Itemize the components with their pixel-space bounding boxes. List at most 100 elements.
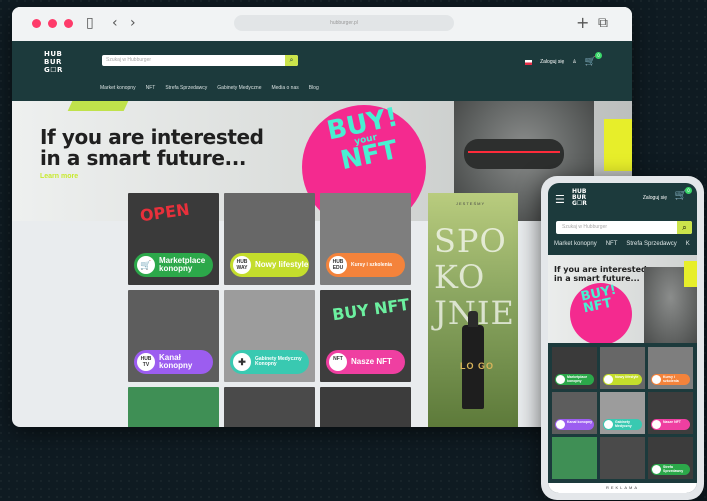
tile-label: Strefa Sprzedawcy [663,465,684,473]
tile-label-pill[interactable]: Strefa Sprzedawcy [651,464,690,475]
category-tile[interactable]: ✚ Gabinety Medyczny Konopny [224,290,315,382]
tile-label-pill[interactable]: ✚ Gabinety Medyczny Konopny [230,350,309,374]
new-tab-icon[interactable]: + [576,13,589,32]
tile-label: Kursy i szkolenia [663,375,679,383]
category-tiles-grid: OPEN 🛒 Marketplace konopny HUB WAY Nowy life… [128,193,411,427]
nav-item-market[interactable]: Market konopny [554,241,597,247]
tile-label-pill[interactable]: Kanał konopny [555,419,594,430]
header-actions: Zaloguj się ♙ 🛒 0 [525,52,602,67]
tabs-icon[interactable]: ⧉ [598,15,608,31]
search-icon[interactable]: ⌕ [677,221,692,234]
tile-label: Nowy lifestyle [255,260,309,269]
mobile-hero-banner: If you are interested in a smart future.… [548,255,697,343]
mobile-device: ☰ HUB BUR G☐R Zaloguj się 🛒 0 Szukaj w Hu… [541,176,704,500]
tile-label: Marketplace konopny [567,375,588,383]
nav-item-blog[interactable]: Blog [309,85,319,91]
plus-icon: ✚ [233,353,251,371]
tile-label-pill[interactable]: HUB EDU Kursy i szkolenia [326,253,405,277]
category-tile[interactable] [224,387,315,427]
category-tile[interactable]: Nasze NFT [648,392,693,434]
minimize-window-dot[interactable] [48,19,57,28]
category-tile[interactable]: Nowy lifestyle [600,347,645,389]
category-tile[interactable] [320,387,411,427]
tile-badge-icon [652,375,661,384]
category-tile[interactable]: Kursy i szkolenia [648,347,693,389]
tile-badge-icon: HUB WAY [233,256,251,274]
login-link[interactable]: Zaloguj się [643,195,667,201]
tile-label-pill[interactable]: Nasze NFT [651,419,690,430]
tile-label: Nowy lifestyle [615,375,639,379]
category-tile[interactable] [552,437,597,479]
category-tile[interactable]: Marketplace konopny [552,347,597,389]
address-bar[interactable]: hubburger.pl [234,15,454,31]
tile-artwork-text: BUY NFT [330,294,411,325]
menu-icon[interactable]: ☰ [555,193,565,206]
maximize-window-dot[interactable] [64,19,73,28]
tile-label-pill[interactable]: Kursy i szkolenia [651,374,690,385]
tile-label-pill[interactable]: HUB TV Kanał konopny [134,350,213,374]
tile-badge-icon [604,375,613,384]
category-tile[interactable]: HUB WAY Nowy lifestyle [224,193,315,285]
category-tile[interactable] [600,437,645,479]
sidebar-icon[interactable]: ▯ [86,15,94,31]
hero-title-line: If you are interested [554,265,647,274]
nav-item-nft[interactable]: NFT [606,241,618,247]
search-placeholder: Szukaj w Hubburger [562,224,608,230]
category-tile[interactable]: HUB EDU Kursy i szkolenia [320,193,411,285]
search-icon[interactable]: ⌕ [285,55,298,66]
tile-label-pill[interactable]: Gabinety Medyczny [603,419,642,430]
promo-banner[interactable]: JESTEŚMY SPOKOJNIE LO GO [428,193,518,427]
tile-label-pill[interactable]: Marketplace konopny [555,374,594,385]
nav-item-nft[interactable]: NFT [146,85,156,91]
vr-red-line [468,151,560,153]
forward-icon[interactable]: › [130,15,136,31]
tile-label-pill[interactable]: Nowy lifestyle [603,374,642,385]
mobile-screen: ☰ HUB BUR G☐R Zaloguj się 🛒 0 Szukaj w Hu… [548,183,697,493]
logo-text-line: G☐R [44,66,63,74]
mobile-header: ☰ HUB BUR G☐R Zaloguj się 🛒 0 [548,183,697,215]
category-tile[interactable]: OPEN 🛒 Marketplace konopny [128,193,219,285]
tile-badge-icon: HUB TV [137,353,155,371]
nav-item-more[interactable]: K [686,241,690,247]
search-input[interactable]: Szukaj w Hubburger ⌕ [102,55,298,66]
tile-label-pill[interactable]: 🛒 Marketplace konopny [134,253,213,277]
buy-nft-badge[interactable]: BUY! your NFT [324,102,406,176]
cart-icon[interactable]: 🛒 0 [675,187,692,201]
language-flag-icon[interactable] [525,59,533,65]
tile-badge-icon [556,420,565,429]
nav-item-media[interactable]: Media o nas [271,85,298,91]
close-window-dot[interactable] [32,19,41,28]
user-icon[interactable]: ♙ [572,59,576,65]
tile-label: Nasze NFT [351,357,392,366]
category-tile[interactable]: Gabinety Medyczny [600,392,645,434]
tile-label-pill[interactable]: HUB WAY Nowy lifestyle [230,253,309,277]
tile-label-pill[interactable]: NFT Nasze NFT [326,350,405,374]
category-tile[interactable]: HUB TV Kanał konopny [128,290,219,382]
category-tile[interactable]: Strefa Sprzedawcy [648,437,693,479]
nav-item-medical[interactable]: Gabinety Medyczne [217,85,261,91]
hubburger-logo[interactable]: HUB BUR G☐R [572,189,587,207]
search-input[interactable]: Szukaj w Hubburger ⌕ [556,221,692,234]
nav-item-seller-zone[interactable]: Strefa Sprzedawcy [165,85,207,91]
hero-title-line: If you are interested [40,125,264,149]
main-nav: Market konopny NFT Strefa Sprzedawcy Gab… [100,85,319,91]
hero-title-line: in a smart future... [554,274,640,283]
nav-item-market[interactable]: Market konopny [100,85,136,91]
promo-word-line: KO [434,258,486,296]
login-link[interactable]: Zaloguj się [540,59,564,65]
cart-icon[interactable]: 🛒 0 [585,52,602,67]
category-tile[interactable] [128,387,219,427]
tile-badge-icon [556,375,565,384]
ad-label: REKLAMA [605,485,640,490]
category-tile[interactable]: Kanał konopny [552,392,597,434]
cart-count-badge: 0 [595,52,602,59]
hubburger-logo[interactable]: HUB BUR G☐R [44,50,63,74]
mobile-category-tiles: Marketplace konopny Nowy lifestyle Kursy i… [552,347,693,479]
tile-badge-icon: HUB EDU [329,256,347,274]
category-tile[interactable]: BUY NFT NFT Nasze NFT [320,290,411,382]
nav-item-seller-zone[interactable]: Strefa Sprzedawcy [626,241,676,247]
tile-label: Kanał konopny [567,420,593,424]
search-placeholder: Szukaj w Hubburger [106,57,152,63]
back-icon[interactable]: ‹ [112,15,118,31]
learn-more-link[interactable]: Learn more [40,173,78,180]
